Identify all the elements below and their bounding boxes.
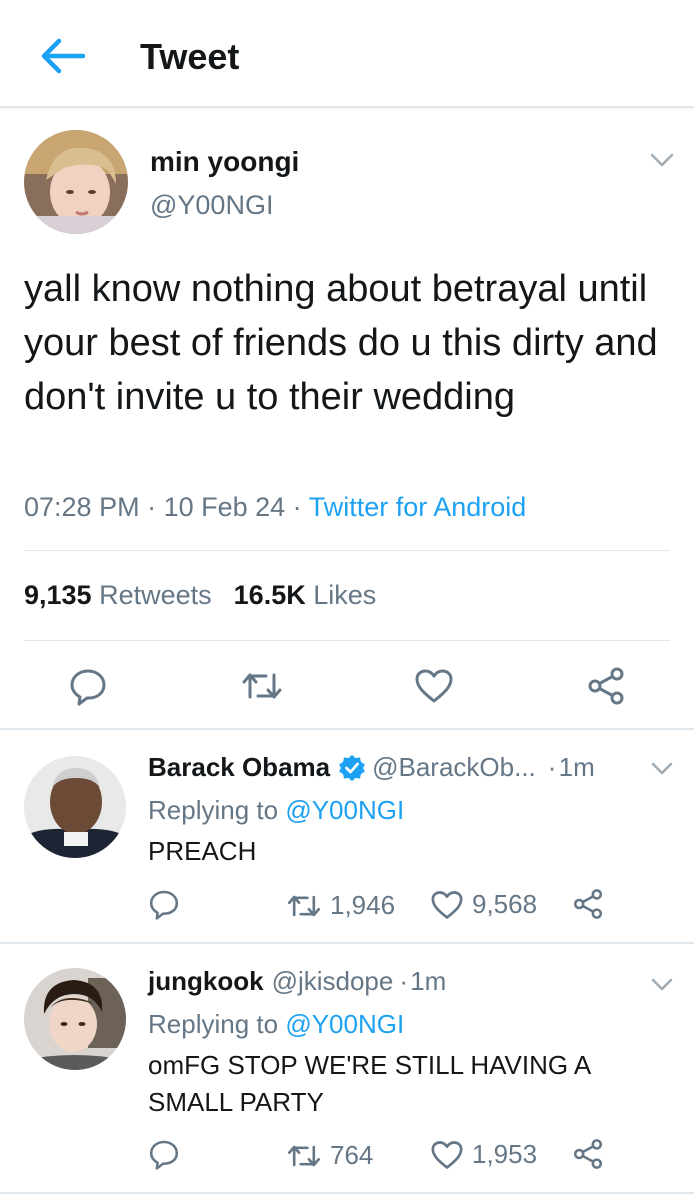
reply-author-handle[interactable]: @BarackOb... [372, 752, 536, 783]
heart-icon [431, 1140, 463, 1169]
retweet-icon [242, 673, 282, 699]
reply-time: 1m [558, 752, 595, 782]
reply-icon [149, 890, 179, 920]
author-handle[interactable]: @Y00NGI [150, 190, 273, 221]
likes-stat[interactable]: 16.5K Likes [234, 580, 377, 610]
section-divider [0, 1192, 694, 1194]
reply-time: 1m [410, 966, 447, 996]
tweet-date: 10 Feb 24 [163, 492, 286, 522]
page-title: Tweet [140, 36, 240, 77]
reply-author-handle[interactable]: @jkisdope [272, 966, 394, 997]
share-button[interactable] [584, 664, 628, 708]
tweet-source-link[interactable]: Twitter for Android [309, 492, 527, 522]
mention-link[interactable]: @Y00NGI [285, 795, 404, 825]
verified-badge-icon [339, 754, 366, 781]
replying-to: Replying to @Y00NGI [148, 1009, 405, 1039]
reply-header: jungkook @jkisdope · 1m [148, 966, 447, 997]
chevron-down-icon [650, 153, 674, 167]
retweet-icon [287, 1145, 321, 1166]
retweet-count: 764 [330, 1140, 374, 1170]
reply-header: Barack Obama @BarackOb... · 1m [148, 752, 595, 783]
arrow-left-icon [41, 38, 85, 74]
reply-icon [70, 669, 106, 706]
retweet-icon [287, 895, 321, 916]
reply-menu-button[interactable] [648, 974, 676, 994]
like-count: 1,953 [472, 1139, 538, 1169]
tweet-stats: 9,135 Retweets 16.5K Likes [24, 580, 376, 611]
like-button[interactable] [412, 664, 456, 708]
reply-button[interactable] [148, 1138, 188, 1170]
like-button[interactable]: 9,568 [430, 889, 537, 920]
share-icon [588, 667, 624, 705]
top-bar: Tweet [0, 0, 694, 108]
retweet-count: 1,946 [330, 890, 396, 920]
reply-text: PREACH [148, 836, 257, 866]
back-button[interactable] [38, 34, 86, 78]
retweets-stat[interactable]: 9,135 Retweets [24, 580, 212, 610]
retweet-button[interactable]: 764 [286, 1140, 373, 1171]
tweet-meta: 07:28 PM · 10 Feb 24 · Twitter for Andro… [24, 492, 527, 522]
heart-icon [431, 890, 463, 919]
avatar[interactable] [24, 130, 128, 234]
share-button[interactable] [572, 888, 612, 920]
reply-button[interactable] [148, 888, 188, 920]
avatar[interactable] [24, 968, 126, 1070]
avatar[interactable] [24, 756, 126, 858]
tweet-time: 07:28 PM [24, 492, 140, 522]
share-button[interactable] [572, 1138, 612, 1170]
reply-author-name[interactable]: jungkook [148, 966, 264, 997]
divider [24, 550, 670, 551]
author-name[interactable]: min yoongi [150, 146, 299, 178]
retweet-button[interactable] [238, 666, 286, 706]
tweet-menu-button[interactable] [648, 150, 676, 170]
reply-menu-button[interactable] [648, 758, 676, 778]
divider [24, 640, 670, 641]
retweet-button[interactable]: 1,946 [286, 890, 395, 921]
replying-to: Replying to @Y00NGI [148, 795, 405, 825]
reply-author-name[interactable]: Barack Obama [148, 752, 330, 783]
chevron-down-icon [651, 762, 673, 774]
section-divider [0, 728, 694, 730]
share-icon [573, 1139, 603, 1169]
tweet-text: yall know nothing about betrayal until y… [24, 268, 658, 418]
reply-icon [149, 1140, 179, 1170]
chevron-down-icon [651, 978, 673, 990]
share-icon [573, 889, 603, 919]
reply-text: omFG STOP WE'RE STILL HAVING A SMALL PAR… [148, 1050, 590, 1117]
like-button[interactable]: 1,953 [430, 1139, 537, 1170]
reply-button[interactable] [66, 664, 110, 708]
like-count: 9,568 [472, 889, 538, 919]
section-divider [0, 942, 694, 944]
mention-link[interactable]: @Y00NGI [285, 1009, 404, 1039]
heart-icon [415, 669, 453, 703]
